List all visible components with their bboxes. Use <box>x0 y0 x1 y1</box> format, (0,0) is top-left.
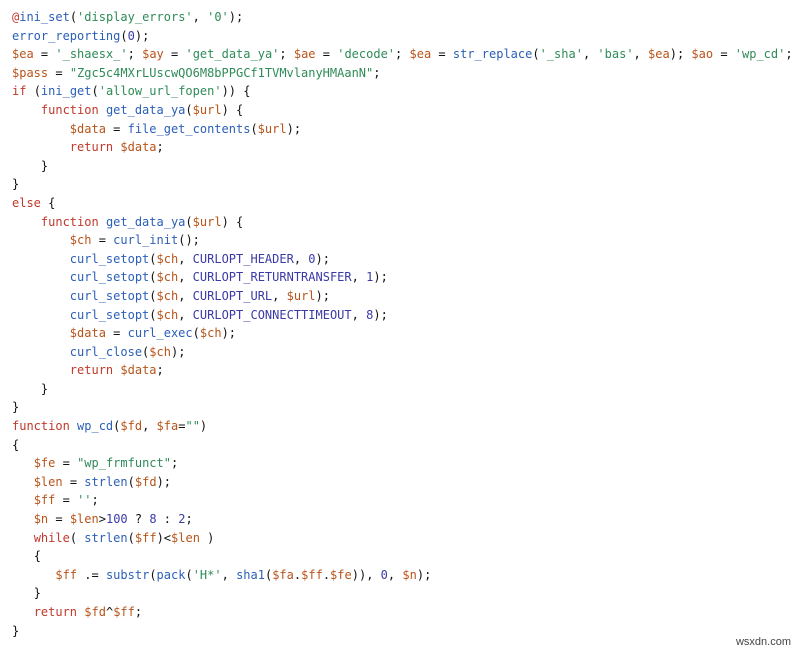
code-block: @ini_set('display_errors', '0'); error_r… <box>0 0 800 648</box>
watermark: wsxdn.com <box>733 635 794 649</box>
